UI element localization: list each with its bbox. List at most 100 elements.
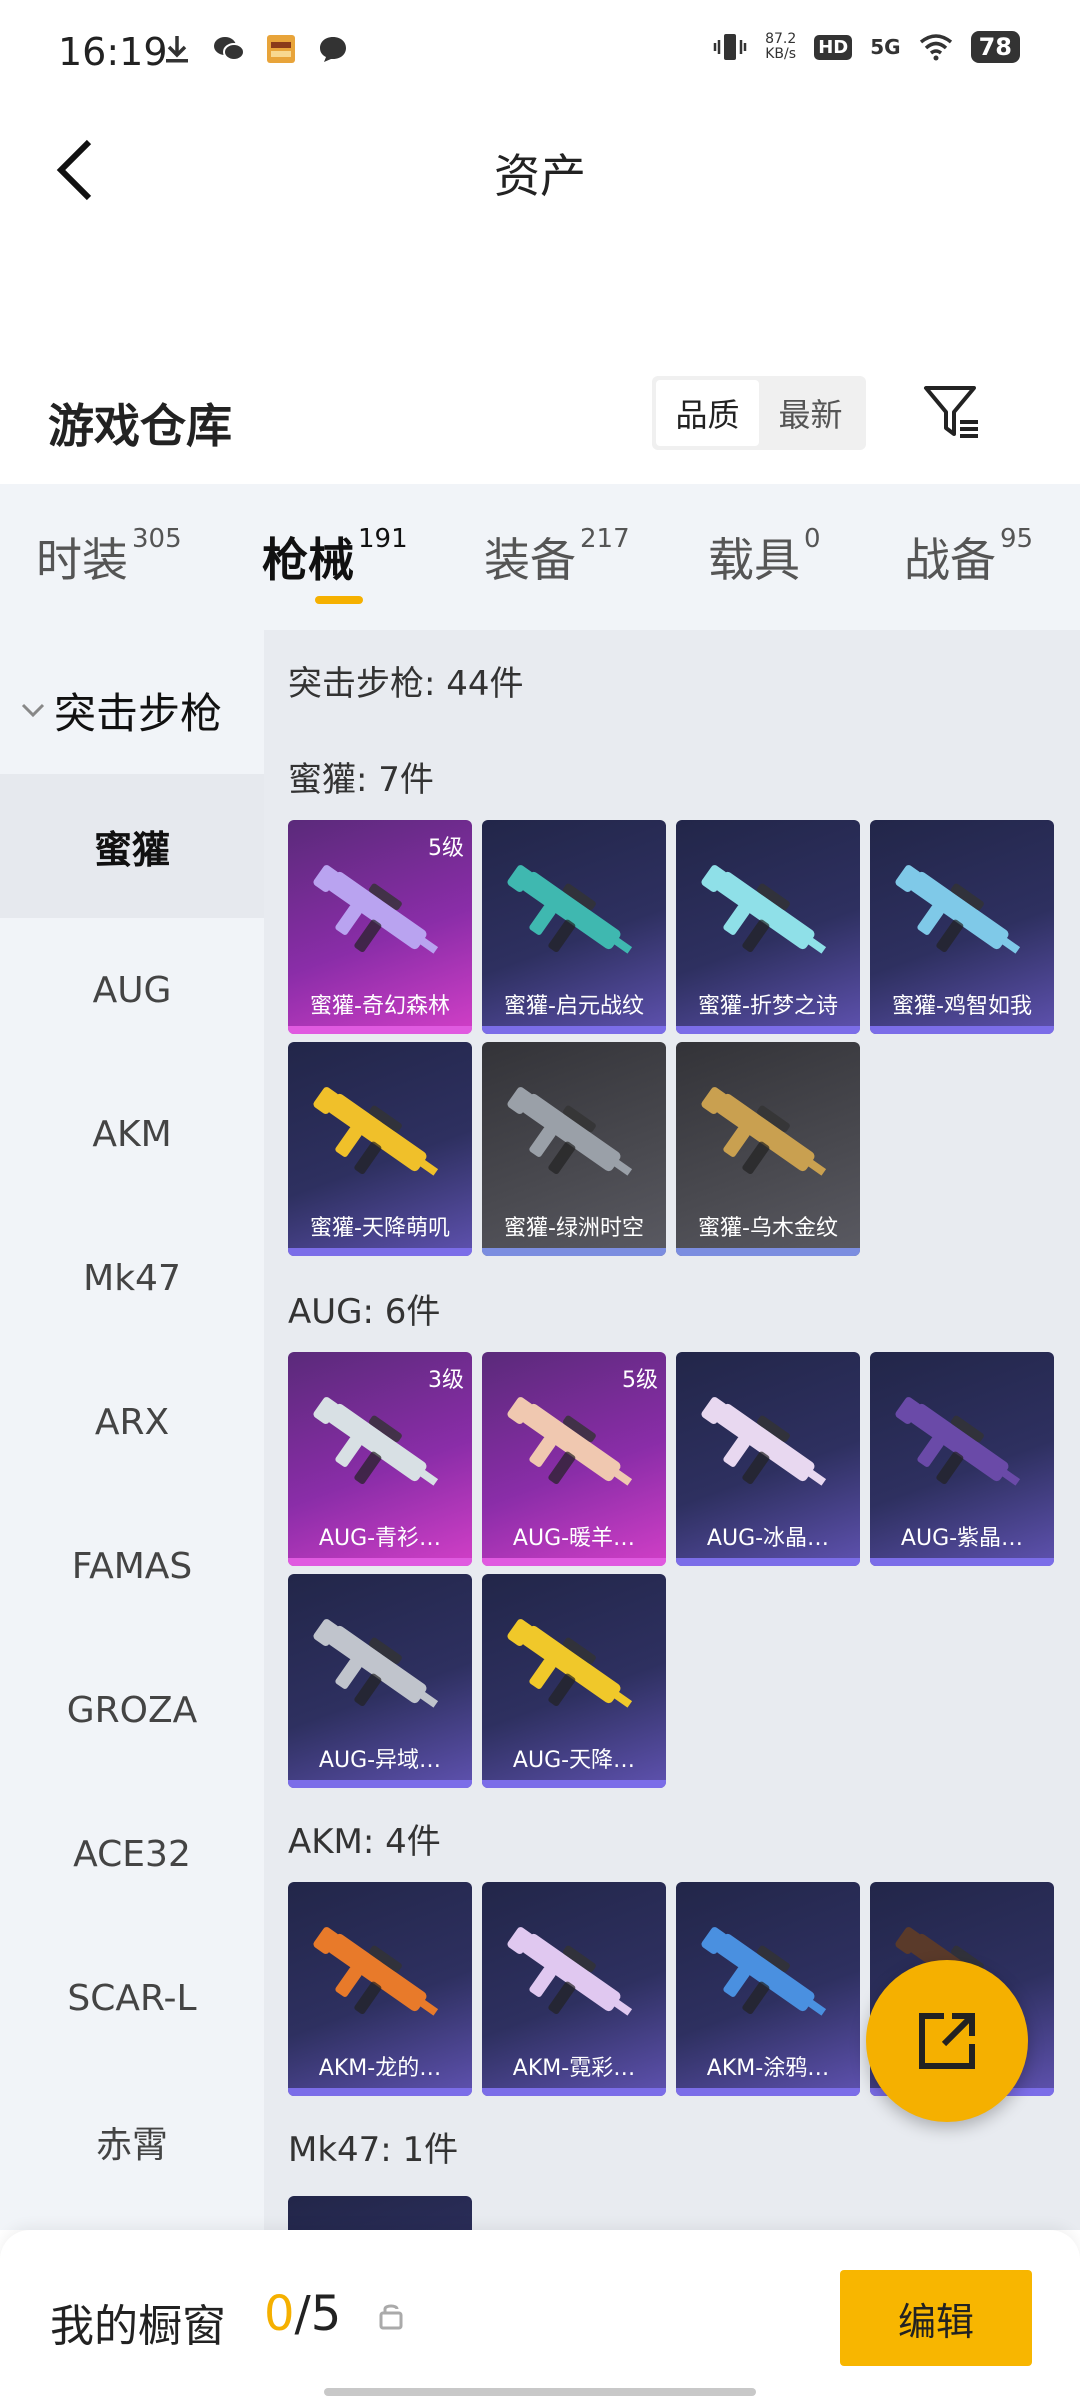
status-bar: 16:19 87.2 KB/s HD 5G 78: [0, 0, 1080, 100]
network-speed: 87.2 KB/s: [765, 32, 796, 62]
weapon-level: 5级: [622, 1368, 658, 1393]
weapon-card[interactable]: 蜜獾-天降萌叽: [288, 1042, 472, 1256]
weapon-card[interactable]: 蜜獾-鸡智如我: [870, 820, 1054, 1034]
chevron-down-icon: [21, 703, 45, 718]
wifi-icon: [919, 30, 953, 64]
weapon-name: 蜜獾-乌木金纹: [698, 1216, 838, 1241]
sidebar-item-scar-l[interactable]: SCAR-L: [0, 1926, 264, 2070]
battery-indicator: 78: [970, 31, 1020, 63]
weapon-name: AKM-涂鸦…: [706, 2056, 830, 2081]
weapon-card[interactable]: AKM-龙的…: [288, 1882, 472, 2096]
edit-button[interactable]: 编辑: [840, 2270, 1032, 2366]
weapon-card[interactable]: 3级 AUG-青衫…: [288, 1352, 472, 1566]
weapon-card[interactable]: 5级 蜜獾-奇幻森林: [288, 820, 472, 1034]
network-type: 5G: [870, 35, 901, 59]
filter-icon: [924, 386, 978, 438]
wechat-icon: [212, 32, 246, 66]
weapon-name: 蜜獾-启元战纹: [504, 994, 644, 1019]
tab-combat-gear[interactable]: 战备 95: [904, 524, 1033, 590]
weapon-card[interactable]: 蜜獾-绿洲时空: [482, 1042, 666, 1256]
tab-label: 时装: [36, 533, 128, 587]
sidebar-item-mk47[interactable]: Mk47: [0, 1206, 264, 1350]
showcase-panel: 我的橱窗 0/5 编辑: [0, 2230, 1080, 2400]
tab-weapons[interactable]: 枪械 191: [262, 524, 408, 590]
page-title: 资产: [494, 149, 586, 203]
lock-icon: [379, 2304, 403, 2330]
rarity-bar: [288, 1780, 472, 1788]
weapon-card[interactable]: AUG-紫晶…: [870, 1352, 1054, 1566]
weapon-name: AUG-异域…: [318, 1748, 442, 1773]
weapon-card[interactable]: AUG-异域…: [288, 1574, 472, 1788]
rarity-bar: [676, 2088, 860, 2096]
weapon-icon: [313, 1927, 439, 2016]
category-summary: 突击步枪: 44件: [288, 664, 524, 704]
weapon-icon: [895, 865, 1021, 954]
weapon-name: AUG-天降…: [512, 1748, 636, 1773]
filter-button[interactable]: [920, 380, 984, 444]
sidebar-item-ace32[interactable]: ACE32: [0, 1782, 264, 1926]
speed-unit: KB/s: [765, 46, 797, 62]
tab-vehicles[interactable]: 载具 0: [708, 524, 821, 590]
active-tab-indicator: [315, 596, 363, 604]
sidebar-item-chixiao[interactable]: 赤霄: [0, 2070, 264, 2214]
tab-equipment[interactable]: 装备 217: [484, 524, 630, 590]
weapon-icon: [507, 1619, 633, 1708]
tab-label: 枪械: [262, 533, 354, 587]
rarity-bar: [288, 1026, 472, 1034]
sidebar-item-groza[interactable]: GROZA: [0, 1638, 264, 1782]
sidebar-item-honey-badger[interactable]: 蜜獾: [0, 774, 264, 918]
rarity-bar: [482, 1558, 666, 1566]
download-icon: [160, 32, 194, 66]
warehouse-header: 游戏仓库 品质 最新: [0, 360, 1080, 480]
section-title: Mk47: 1件: [288, 2130, 459, 2170]
home-indicator: [324, 2388, 756, 2396]
weapon-icon: [507, 1927, 633, 2016]
weapon-icon: [895, 1397, 1021, 1486]
category-label: 突击步枪: [54, 688, 223, 738]
weapon-level: 5级: [428, 836, 464, 861]
section-title: AUG: 6件: [288, 1292, 441, 1332]
weapon-card[interactable]: 蜜獾-乌木金纹: [676, 1042, 860, 1256]
tab-label: 装备: [484, 533, 576, 587]
weapon-card[interactable]: AUG-天降…: [482, 1574, 666, 1788]
sidebar-item-famas[interactable]: FAMAS: [0, 1494, 264, 1638]
sidebar-item-arx[interactable]: ARX: [0, 1350, 264, 1494]
weapon-name: AUG-紫晶…: [900, 1526, 1024, 1551]
sort-quality-button[interactable]: 品质: [656, 380, 759, 446]
status-time: 16:19: [58, 30, 168, 74]
weapon-name: 蜜獾-鸡智如我: [892, 994, 1032, 1019]
sort-newest-button[interactable]: 最新: [759, 380, 862, 446]
tab-count: 191: [358, 524, 408, 554]
message-icon: [316, 32, 350, 66]
rarity-bar: [676, 1026, 860, 1034]
rarity-bar: [676, 1248, 860, 1256]
weapon-card-partial[interactable]: [288, 2196, 472, 2230]
rarity-bar: [482, 2088, 666, 2096]
weapon-icon: [313, 1619, 439, 1708]
category-tabs: 时装 305 枪械 191 装备 217 载具 0 战备 95: [0, 484, 1080, 630]
weapon-card[interactable]: 5级 AUG-暖羊…: [482, 1352, 666, 1566]
rarity-bar: [870, 1026, 1054, 1034]
sidebar-item-aug[interactable]: AUG: [0, 918, 264, 1062]
game-app-icon: [264, 32, 298, 66]
weapon-name: 蜜獾-折梦之诗: [698, 994, 838, 1019]
category-dropdown[interactable]: 突击步枪: [0, 670, 264, 750]
sidebar-item-akm[interactable]: AKM: [0, 1062, 264, 1206]
weapon-card[interactable]: 蜜獾-折梦之诗: [676, 820, 860, 1034]
tab-count: 0: [804, 524, 821, 554]
section-title: 蜜獾: 7件: [288, 760, 434, 800]
tab-fashion[interactable]: 时装 305: [36, 524, 182, 590]
rarity-bar: [482, 1780, 666, 1788]
notification-icons: [160, 32, 350, 66]
weapon-icon: [507, 1087, 633, 1176]
weapon-icon: [507, 865, 633, 954]
weapon-icon: [701, 1397, 827, 1486]
weapon-icon: [313, 865, 439, 954]
weapon-card[interactable]: AKM-涂鸦…: [676, 1882, 860, 2096]
weapon-card[interactable]: 蜜獾-启元战纹: [482, 820, 666, 1034]
tab-label: 载具: [708, 533, 800, 587]
weapon-card[interactable]: AKM-霓彩…: [482, 1882, 666, 2096]
export-icon: [919, 2013, 975, 2069]
share-export-button[interactable]: [866, 1960, 1028, 2122]
weapon-card[interactable]: AUG-冰晶…: [676, 1352, 860, 1566]
